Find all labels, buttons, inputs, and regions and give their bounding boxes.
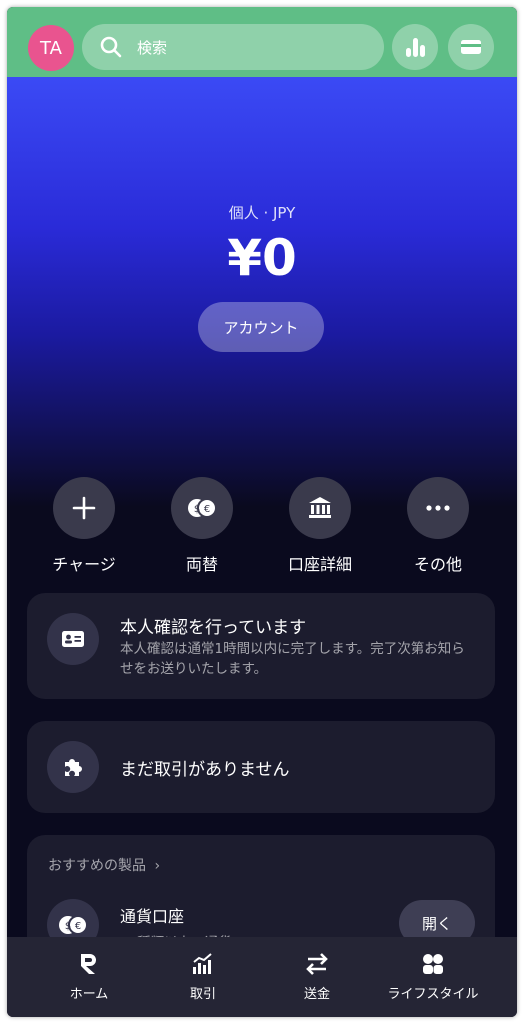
verification-description: 本人確認は通常1時間以内に完了します。完了次第お知らせをお送りいたします。 [120,641,465,677]
svg-text:€: € [75,921,81,932]
more-label: その他 [413,555,462,574]
avatar-initials: TA [40,37,62,59]
transfer-icon [306,953,328,975]
exchange-icon: $ € [188,498,217,518]
plus-icon [72,496,96,520]
account-balance: ¥0 [227,229,297,287]
chevron-right-icon: › [154,858,161,874]
more-action[interactable]: その他 [383,477,493,575]
account-label: 個人 · JPY [228,204,296,222]
id-card-icon-wrap [47,613,99,665]
search-placeholder: 検索 [137,38,168,57]
verification-title: 本人確認を行っています [120,618,307,638]
nav-lifestyle[interactable]: ライフスタイル [369,949,497,1002]
recommended-header-label: おすすめの製品 [48,858,146,874]
more-button[interactable] [407,477,469,539]
charge-button[interactable] [53,477,115,539]
top-bar: TA 検索 [7,7,517,77]
nav-home[interactable]: ホーム [25,949,153,1002]
svg-text:€: € [204,504,210,515]
exchange-label: 両替 [185,555,218,574]
app-screen: TA 検索 個人 · JPY ¥0 アカウント チャージ $ € 両替 口座詳細… [7,7,517,1017]
analytics-button[interactable] [392,24,438,70]
avatar[interactable]: TA [28,25,74,71]
lifestyle-icon [423,954,443,974]
exchange-icon: $ € [59,915,88,935]
accounts-button[interactable]: アカウント [198,302,324,352]
product-title: 通貨口座 [120,907,185,926]
id-card-icon [62,631,84,647]
recommended-header[interactable]: おすすめの製品 › [48,855,160,875]
account-details-action[interactable]: 口座詳細 [265,477,375,575]
charge-label: チャージ [52,555,116,574]
nav-transfer[interactable]: 送金 [253,949,381,1002]
bottom-nav: ホーム 取引 送金 ライフスタイル [7,937,517,1017]
more-icon [426,505,450,511]
transactions-card[interactable]: まだ取引がありません [27,721,495,813]
bar-chart-icon [406,38,425,57]
search-input[interactable]: 検索 [82,24,384,70]
puzzle-icon [65,759,82,776]
account-hero [7,77,517,507]
verification-card[interactable]: 本人確認を行っています 本人確認は通常1時間以内に完了します。完了次第お知らせを… [27,593,495,699]
exchange-action[interactable]: $ € 両替 [147,477,257,575]
chart-icon [193,953,212,974]
svg-text:$: $ [194,504,200,515]
exchange-button[interactable]: $ € [171,477,233,539]
no-transactions-text: まだ取引がありません [120,760,290,780]
puzzle-icon-wrap [47,741,99,793]
account-details-label: 口座詳細 [287,555,352,574]
nav-lifestyle-label: ライフスタイル [387,987,479,1002]
svg-text:$: $ [65,921,71,932]
card-icon [461,40,481,54]
nav-transactions-label: 取引 [189,987,216,1002]
search-icon [100,36,122,58]
account-details-button[interactable] [289,477,351,539]
nav-transactions[interactable]: 取引 [139,949,267,1002]
charge-action[interactable]: チャージ [29,477,139,575]
cards-button[interactable] [448,24,494,70]
nav-home-label: ホーム [69,987,109,1002]
nav-transfer-label: 送金 [303,987,330,1002]
home-r-icon [81,954,96,974]
bank-icon [309,497,331,518]
